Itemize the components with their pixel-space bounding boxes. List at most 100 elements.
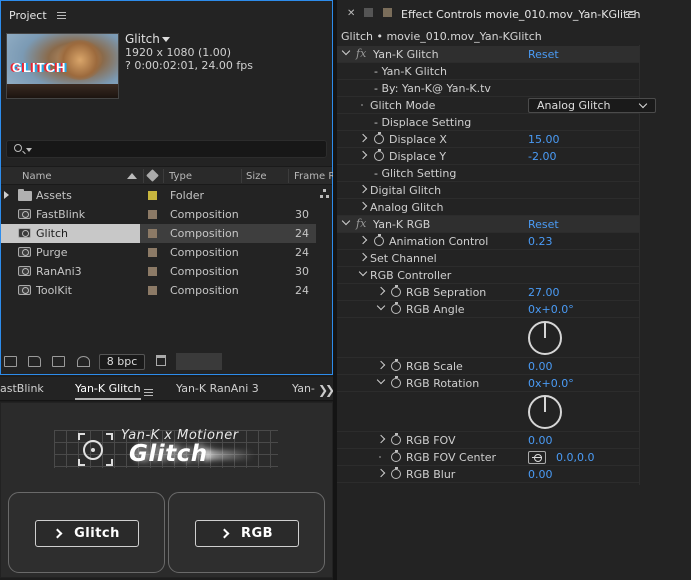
label-color-swatch[interactable]: [148, 210, 157, 219]
project-search[interactable]: [6, 140, 327, 158]
effect-row-rgb-angle[interactable]: RGB Angle 0x+0.0°: [337, 301, 639, 318]
glitch-card[interactable]: Glitch: [8, 492, 165, 573]
column-size[interactable]: Size: [246, 171, 267, 182]
angle-dial[interactable]: [528, 395, 562, 429]
expand-arrow-icon[interactable]: [376, 360, 386, 370]
stopwatch-icon[interactable]: [391, 359, 401, 371]
column-type[interactable]: Type: [169, 171, 192, 182]
glitch-mode-dropdown[interactable]: Analog Glitch: [528, 98, 656, 113]
label-color-swatch[interactable]: [148, 267, 157, 276]
effect-row-lbl-by[interactable]: - By: Yan-K@ Yan-K.tv: [337, 80, 639, 97]
trash-icon[interactable]: [156, 355, 166, 366]
collapse-arrow-icon[interactable]: [376, 301, 386, 311]
expand-arrow-icon[interactable]: [358, 150, 368, 160]
reset-button[interactable]: Reset: [528, 48, 559, 61]
search-input[interactable]: [35, 142, 320, 156]
effect-row-fx-yank-rgb[interactable]: fx Yan-K RGB Reset: [337, 216, 639, 233]
stopwatch-icon[interactable]: [374, 234, 384, 246]
expand-arrow-icon[interactable]: [376, 434, 386, 444]
expand-arrow-icon[interactable]: [376, 468, 386, 478]
property-value[interactable]: 15.00: [528, 133, 560, 146]
glitch-button[interactable]: Glitch: [35, 520, 139, 547]
property-value[interactable]: 0.0,0.0: [556, 451, 594, 464]
expand-arrow-icon[interactable]: [358, 184, 368, 194]
label-color-swatch[interactable]: [148, 229, 157, 238]
property-value[interactable]: 0.00: [528, 468, 553, 481]
panel-menu-icon[interactable]: [626, 11, 635, 18]
angle-dial[interactable]: [528, 321, 562, 355]
rgb-button[interactable]: RGB: [195, 520, 299, 547]
effect-controls-tab[interactable]: ✕ Effect Controls movie_010.mov_Yan-KGli…: [337, 0, 691, 28]
effect-row-displace-y[interactable]: Displace Y -2.00: [337, 148, 639, 165]
fx-toggle-icon[interactable]: fx: [356, 217, 366, 230]
expand-arrow-icon[interactable]: [376, 286, 386, 296]
property-value[interactable]: 0.00: [528, 360, 553, 373]
more-tabs-icon[interactable]: ❯❯: [318, 383, 335, 397]
interpret-footage-icon[interactable]: [4, 356, 17, 367]
project-item-row[interactable]: Assets Folder: [1, 186, 316, 205]
sort-ascending-icon[interactable]: [127, 173, 137, 179]
bit-depth-button[interactable]: 8 bpc: [99, 354, 145, 370]
effect-row-lbl-glitch-setting[interactable]: - Glitch Setting: [337, 165, 639, 182]
new-folder-icon[interactable]: [28, 356, 41, 367]
expand-arrow-icon[interactable]: [358, 252, 368, 262]
project-tab[interactable]: Project: [1, 1, 66, 29]
collapse-arrow-icon[interactable]: [376, 375, 386, 385]
effect-row-rgb-scale[interactable]: RGB Scale 0.00: [337, 358, 639, 375]
property-value[interactable]: -2.00: [528, 150, 556, 163]
project-item-row[interactable]: RanAni3 Composition 30: [1, 262, 316, 281]
project-settings-icon[interactable]: [77, 356, 90, 367]
expand-arrow-icon[interactable]: [4, 191, 9, 199]
new-composition-icon[interactable]: [52, 356, 65, 367]
panel-menu-icon[interactable]: [56, 11, 66, 19]
tab-yank-more[interactable]: Yan-: [292, 382, 315, 395]
effect-row-lbl-displace[interactable]: - Displace Setting: [337, 114, 639, 131]
expand-arrow-icon[interactable]: [358, 201, 368, 211]
stopwatch-icon[interactable]: [391, 467, 401, 479]
tab-menu-icon[interactable]: [144, 389, 153, 396]
effect-row-rgb-blur[interactable]: RGB Blur 0.00: [337, 466, 639, 483]
effect-row-glitch-mode[interactable]: Glitch Mode Analog Glitch: [337, 97, 656, 114]
collapse-arrow-icon[interactable]: [358, 267, 368, 277]
effect-row-digital-glitch[interactable]: Digital Glitch: [337, 182, 639, 199]
stopwatch-icon[interactable]: [374, 149, 384, 161]
effect-row-displace-x[interactable]: Displace X 15.00: [337, 131, 639, 148]
tab-fastblink[interactable]: astBlink: [0, 382, 44, 395]
close-icon[interactable]: ✕: [347, 8, 355, 19]
tab-yank-glitch[interactable]: Yan-K Glitch: [75, 382, 141, 400]
effect-row-lbl-yank-glitch[interactable]: - Yan-K Glitch: [337, 63, 639, 80]
project-item-row[interactable]: ToolKit Composition 24: [1, 281, 316, 300]
effect-row-set-channel[interactable]: Set Channel: [337, 250, 639, 267]
project-item-row[interactable]: Purge Composition 24: [1, 243, 316, 262]
effect-row-rgb-controller[interactable]: RGB Controller: [337, 267, 639, 284]
stopwatch-icon[interactable]: [391, 376, 401, 388]
label-tag-icon[interactable]: [146, 169, 159, 182]
crosshair-icon[interactable]: [528, 451, 546, 464]
effect-row-analog-glitch[interactable]: Analog Glitch: [337, 199, 639, 216]
effect-row-fx-yank-glitch[interactable]: fx Yan-K Glitch Reset: [337, 46, 639, 63]
stopwatch-icon[interactable]: [374, 132, 384, 144]
column-name[interactable]: Name: [22, 171, 52, 182]
stopwatch-icon[interactable]: [391, 302, 401, 314]
label-color-swatch[interactable]: [148, 191, 157, 200]
label-color-swatch[interactable]: [148, 286, 157, 295]
collapse-arrow-icon[interactable]: [341, 46, 351, 56]
tab-yank-ranani3[interactable]: Yan-K RanAni 3: [176, 382, 259, 395]
panel-lock-icon[interactable]: [364, 8, 373, 17]
rgb-card[interactable]: RGB: [168, 492, 325, 573]
property-value[interactable]: 0.23: [528, 235, 553, 248]
stopwatch-icon[interactable]: [391, 285, 401, 297]
property-value[interactable]: 0.00: [528, 434, 553, 447]
stopwatch-icon[interactable]: [391, 450, 401, 462]
effect-row-rgb-fov[interactable]: RGB FOV 0.00: [337, 432, 639, 449]
effect-row-animation-control[interactable]: Animation Control 0.23: [337, 233, 639, 250]
fx-toggle-icon[interactable]: fx: [356, 47, 366, 60]
reset-button[interactable]: Reset: [528, 218, 559, 231]
property-value[interactable]: 0x+0.0°: [528, 303, 574, 316]
effect-row-rgb-fov-center[interactable]: RGB FOV Center 0.0,0.0: [337, 449, 639, 466]
expand-arrow-icon[interactable]: [358, 235, 368, 245]
property-value[interactable]: 27.00: [528, 286, 560, 299]
property-value[interactable]: 0x+0.0°: [528, 377, 574, 390]
flowchart-icon[interactable]: [320, 189, 329, 198]
search-dropdown-icon[interactable]: [26, 148, 32, 152]
